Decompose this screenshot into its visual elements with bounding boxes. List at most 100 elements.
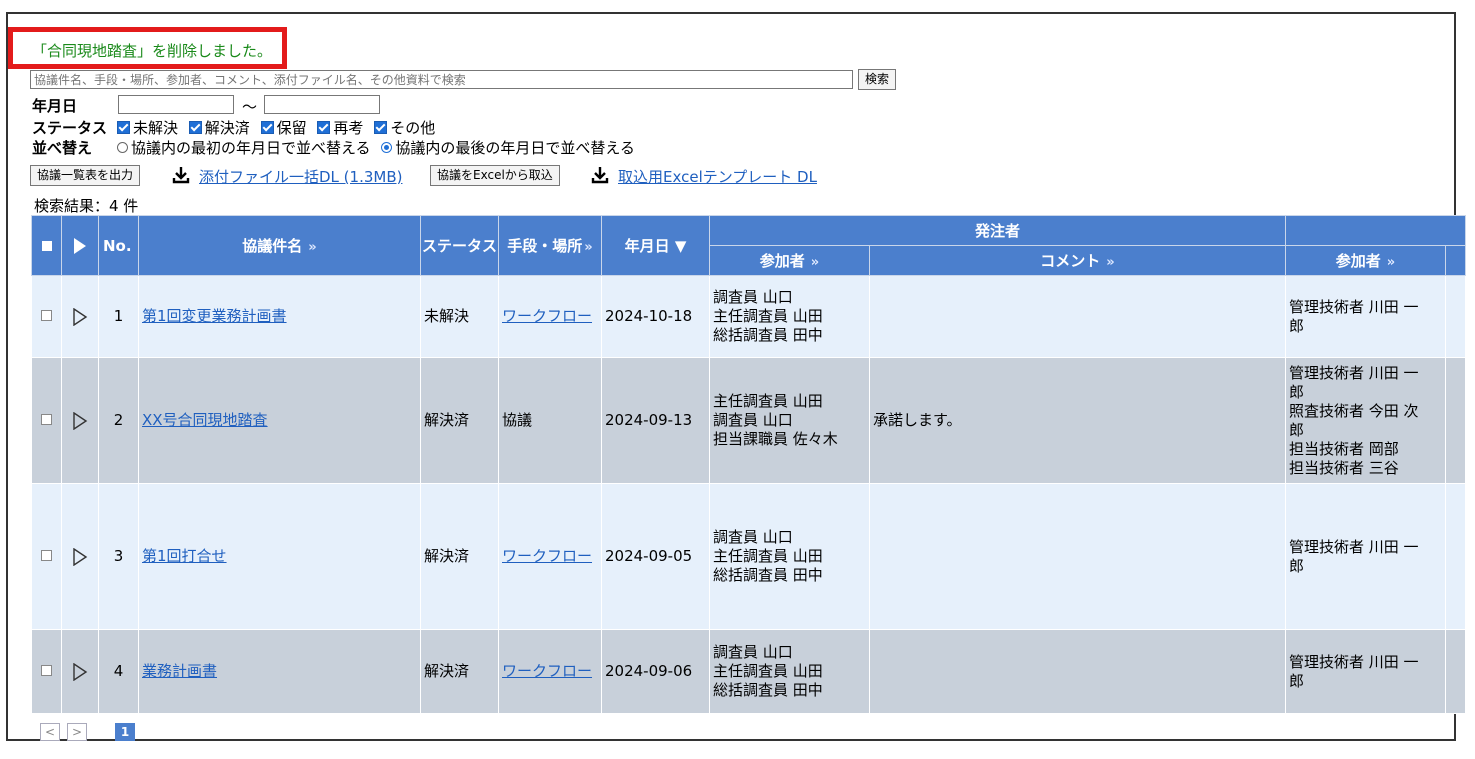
- method-link[interactable]: ワークフロー: [502, 662, 592, 680]
- checkbox-checked-icon[interactable]: [374, 121, 388, 134]
- row-date: 2024-10-18: [601, 275, 710, 358]
- row-date: 2024-09-13: [601, 357, 710, 484]
- header-contractor: [1285, 215, 1466, 246]
- row-checkbox[interactable]: [41, 414, 52, 425]
- contractor-participants: 管理技術者 川田 一 郎: [1285, 629, 1446, 714]
- checkbox-checked-icon[interactable]: [317, 121, 331, 134]
- expand-row-icon[interactable]: [72, 662, 88, 681]
- row-no: 1: [98, 275, 139, 358]
- header-title[interactable]: 協議件名»: [138, 215, 421, 276]
- status-filter: 未解決 解決済 保留 再考 その他: [117, 117, 441, 138]
- sort-label: 並べ替え: [32, 139, 93, 157]
- overflow-cell: [1445, 275, 1466, 358]
- status-option-unresolved[interactable]: 未解決: [117, 119, 178, 137]
- consultation-title-link[interactable]: 第1回変更業務計画書: [142, 307, 287, 325]
- search-result-count: 検索結果：4 件: [34, 197, 139, 215]
- export-list-button[interactable]: 協議一覧表を出力: [30, 165, 141, 186]
- consultation-title-link[interactable]: 業務計画書: [142, 662, 217, 680]
- table-row: 2 XX号合同現地踏査 解決済 協議 2024-09-13 主任調査員 山田 調…: [31, 357, 1466, 484]
- play-triangle-icon[interactable]: [74, 238, 86, 254]
- row-method: 協議: [498, 357, 602, 484]
- status-option-pending[interactable]: 保留: [260, 119, 307, 137]
- header-date-sort[interactable]: 年月日 ▼: [601, 215, 710, 276]
- header-contractor-participants[interactable]: 参加者»: [1285, 245, 1446, 276]
- date-label: 年月日: [32, 97, 78, 115]
- expand-all-header[interactable]: [61, 215, 99, 276]
- prev-page-button[interactable]: <: [40, 723, 60, 741]
- search-button[interactable]: 検索: [858, 69, 897, 90]
- page-1-button[interactable]: 1: [115, 723, 135, 741]
- orderer-comment: [869, 629, 1286, 714]
- row-no: 3: [98, 483, 139, 630]
- expand-column-icon[interactable]: »: [1387, 255, 1395, 270]
- header-orderer-participants[interactable]: 参加者»: [709, 245, 870, 276]
- delete-success-message: 「合同現地踏査」を削除しました。: [32, 42, 273, 60]
- status-option-other[interactable]: その他: [374, 119, 435, 137]
- row-no: 2: [98, 357, 139, 484]
- date-to-input[interactable]: [264, 95, 380, 114]
- header-orderer-comment[interactable]: コメント»: [869, 245, 1286, 276]
- overflow-cell: [1445, 483, 1466, 630]
- orderer-comment: [869, 483, 1286, 630]
- row-checkbox[interactable]: [41, 310, 52, 321]
- row-status: 未解決: [420, 275, 499, 358]
- overflow-cell: [1445, 629, 1466, 714]
- checkbox-checked-icon[interactable]: [260, 121, 274, 134]
- sort-options: 協議内の最初の年月日で並べ替える 協議内の最後の年月日で並べ替える: [117, 137, 635, 158]
- select-all-checkbox[interactable]: [41, 240, 52, 251]
- overflow-cell: [1445, 357, 1466, 484]
- orderer-participants: 主任調査員 山田 調査員 山口 担当課職員 佐々木: [709, 357, 870, 484]
- method-link[interactable]: ワークフロー: [502, 547, 592, 565]
- header-status: ステータス: [420, 215, 499, 276]
- search-input[interactable]: [30, 70, 853, 89]
- expand-row-icon[interactable]: [72, 547, 88, 566]
- expand-column-icon[interactable]: »: [308, 240, 316, 255]
- sort-option-first-date[interactable]: 協議内の最初の年月日で並べ替える: [117, 139, 371, 157]
- expand-column-icon[interactable]: »: [584, 240, 592, 255]
- row-date: 2024-09-06: [601, 629, 710, 714]
- sort-option-last-date[interactable]: 協議内の最後の年月日で並べ替える: [381, 139, 635, 157]
- orderer-comment: 承諾します。: [869, 357, 1286, 484]
- header-orderer: 発注者: [709, 215, 1286, 246]
- table-row: 4 業務計画書 解決済 ワークフロー 2024-09-06 調査員 山口 主任調…: [31, 629, 1466, 714]
- expand-column-icon[interactable]: »: [1106, 255, 1114, 270]
- method-link[interactable]: ワークフロー: [502, 307, 592, 325]
- radio-selected-icon[interactable]: [381, 142, 393, 153]
- expand-row-icon[interactable]: [72, 307, 88, 326]
- status-option-resolved[interactable]: 解決済: [188, 119, 250, 137]
- date-from-input[interactable]: [118, 95, 234, 114]
- orderer-participants: 調査員 山口 主任調査員 山田 総括調査員 田中: [709, 483, 870, 630]
- header-overflow: [1445, 245, 1466, 276]
- orderer-comment: [869, 275, 1286, 358]
- contractor-participants: 管理技術者 川田 一 郎 照査技術者 今田 次 郎 担当技術者 岡部 担当技術者…: [1285, 357, 1446, 484]
- row-checkbox[interactable]: [41, 550, 52, 561]
- attachments-bulk-download-link[interactable]: 添付ファイル一括DL (1.3MB): [199, 166, 402, 187]
- next-page-button[interactable]: >: [67, 723, 87, 741]
- row-status: 解決済: [420, 629, 499, 714]
- table-row: 1 第1回変更業務計画書 未解決 ワークフロー 2024-10-18 調査員 山…: [31, 275, 1466, 358]
- row-status: 解決済: [420, 357, 499, 484]
- status-label: ステータス: [32, 119, 108, 137]
- checkbox-checked-icon[interactable]: [117, 121, 130, 134]
- expand-row-icon[interactable]: [72, 411, 88, 430]
- row-date: 2024-09-05: [601, 483, 710, 630]
- contractor-participants: 管理技術者 川田 一 郎: [1285, 483, 1446, 630]
- import-template-download-link[interactable]: 取込用Excelテンプレート DL: [618, 166, 817, 187]
- select-all-header[interactable]: [31, 215, 62, 276]
- expand-column-icon[interactable]: »: [811, 255, 819, 270]
- row-checkbox[interactable]: [41, 665, 52, 676]
- row-status: 解決済: [420, 483, 499, 630]
- header-method[interactable]: 手段・場所»: [498, 215, 602, 276]
- consultation-title-link[interactable]: 第1回打合せ: [142, 547, 227, 565]
- radio-unselected-icon[interactable]: [117, 142, 128, 153]
- consultation-title-link[interactable]: XX号合同現地踏査: [142, 411, 268, 429]
- date-range-tilde: ～: [242, 98, 258, 116]
- status-option-reconsider[interactable]: 再考: [317, 119, 363, 137]
- download-icon: [591, 167, 609, 184]
- download-icon: [172, 167, 190, 184]
- import-from-excel-button[interactable]: 協議をExcelから取込: [430, 165, 560, 186]
- row-no: 4: [98, 629, 139, 714]
- contractor-participants: 管理技術者 川田 一 郎: [1285, 275, 1446, 358]
- checkbox-checked-icon[interactable]: [188, 121, 202, 134]
- table-row: 3 第1回打合せ 解決済 ワークフロー 2024-09-05 調査員 山口 主任…: [31, 483, 1466, 630]
